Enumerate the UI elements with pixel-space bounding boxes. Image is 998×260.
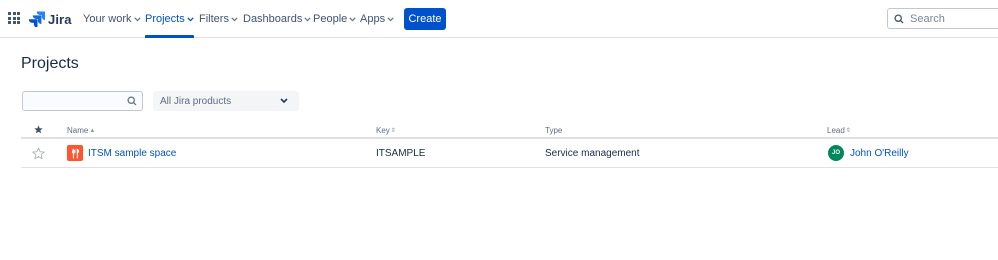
column-header-name-label: Name	[67, 126, 89, 135]
page-title: Projects	[21, 55, 79, 72]
nav-your-work-label: Your work	[83, 12, 132, 25]
project-search-field[interactable]	[22, 91, 143, 111]
app-switcher-icon[interactable]	[8, 12, 20, 24]
sort-icon: ⇕	[845, 128, 851, 134]
sort-icon: ⇕	[390, 128, 396, 134]
nav-dashboards-label: Dashboards	[243, 12, 303, 25]
column-header-key[interactable]: Key ⇕	[376, 126, 396, 135]
project-name-link[interactable]: ITSM sample space	[88, 148, 176, 159]
nav-your-work[interactable]: Your work	[83, 0, 141, 37]
column-header-lead-label: Lead	[827, 126, 845, 135]
nav-projects-label: Projects	[145, 12, 185, 25]
star-outline-icon[interactable]	[32, 147, 45, 160]
nav-filters[interactable]: Filters	[199, 0, 238, 37]
global-search[interactable]	[887, 8, 998, 29]
search-icon	[894, 13, 904, 24]
column-header-type-label: Type	[545, 126, 563, 135]
nav-projects[interactable]: Projects	[145, 0, 194, 38]
chevron-down-icon	[280, 98, 288, 104]
jira-logo[interactable]: Jira	[29, 9, 72, 29]
nav-apps-label: Apps	[360, 12, 386, 25]
nav-apps[interactable]: Apps	[360, 0, 394, 37]
logo-text: Jira	[48, 11, 72, 27]
chevron-down-icon	[349, 16, 356, 21]
chevron-down-icon	[187, 16, 194, 21]
global-search-input[interactable]	[910, 12, 990, 25]
nav-people[interactable]: People	[313, 0, 356, 37]
nav-dashboards[interactable]: Dashboards	[243, 0, 311, 37]
chevron-down-icon	[231, 16, 238, 21]
table-header: Name ▲ Key ⇕ Type Lead ⇕	[21, 122, 998, 139]
product-filter-select[interactable]: All Jira products	[153, 91, 299, 111]
create-button[interactable]: Create	[404, 8, 446, 30]
avatar[interactable]: JO	[828, 145, 844, 161]
chevron-down-icon	[304, 16, 311, 21]
top-navigation: Jira Your work Projects Filters Dashboar…	[0, 0, 998, 38]
project-search-input[interactable]	[28, 95, 124, 107]
table-row: ITSM sample space ITSAMPLE Service manag…	[21, 140, 998, 168]
project-tools-icon	[67, 145, 83, 161]
sort-ascending-icon: ▲	[89, 127, 96, 134]
column-header-key-label: Key	[376, 126, 390, 135]
product-filter-value: All Jira products	[160, 95, 232, 107]
project-lead-link[interactable]: John O'Reilly	[850, 148, 909, 159]
star-column-icon	[34, 125, 43, 134]
jira-logo-icon	[29, 11, 45, 27]
column-header-type[interactable]: Type	[545, 126, 562, 135]
column-header-lead[interactable]: Lead ⇕	[827, 126, 851, 135]
project-key: ITSAMPLE	[376, 148, 426, 159]
column-header-name[interactable]: Name ▲	[67, 126, 95, 135]
project-type: Service management	[545, 148, 640, 159]
search-icon	[127, 96, 137, 106]
chevron-down-icon	[387, 16, 394, 21]
chevron-down-icon	[133, 16, 141, 21]
nav-filters-label: Filters	[199, 12, 229, 25]
nav-people-label: People	[313, 12, 348, 25]
